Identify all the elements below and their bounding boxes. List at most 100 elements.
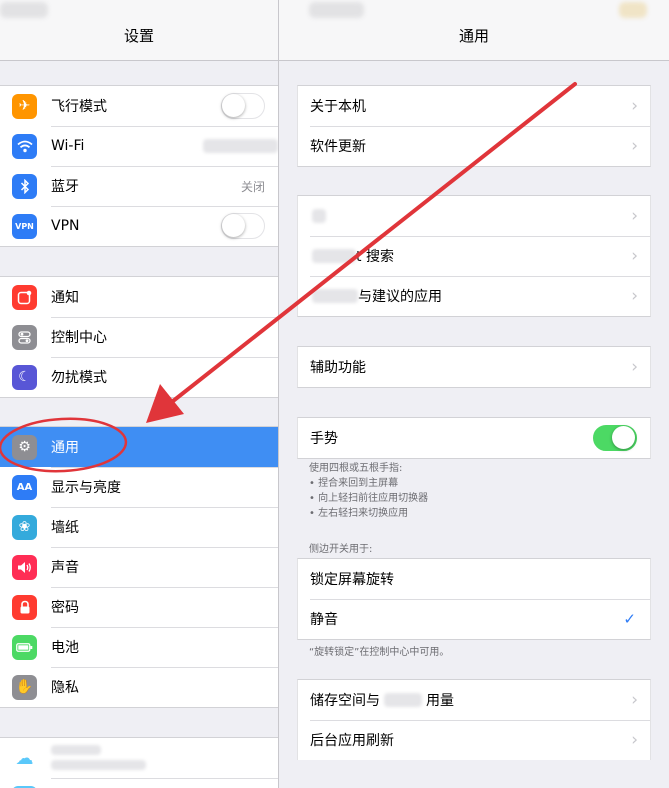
chevron-right-icon: › <box>631 135 638 156</box>
sidebar-item-label: 控制中心 <box>51 330 107 346</box>
airplane-icon: ✈ <box>12 93 37 119</box>
row-label: 与建议的应用 <box>358 289 442 305</box>
accessibility-group: 辅助功能 › <box>297 346 651 388</box>
search-row[interactable]: t 搜索 › <box>298 236 650 276</box>
wallpaper-icon: ❀ <box>12 514 37 540</box>
sidebar-item-label: 勿扰模式 <box>51 370 107 386</box>
connectivity-group: ✈ 飞行模式 Wi-Fi 蓝牙 关闭 VPN VPN <box>0 85 278 247</box>
sidebar-item-label: 电池 <box>51 640 79 656</box>
sidebar-item-label: VPN <box>51 218 80 234</box>
about-group: 关于本机 › 软件更新 › <box>297 85 651 167</box>
battery-icon <box>12 634 37 660</box>
row-label: 锁定屏幕旋转 <box>310 572 394 588</box>
search-group: › t 搜索 › 与建议的应用 › <box>297 195 651 317</box>
gear-icon: ⚙ <box>12 434 37 460</box>
sidebar-item-do-not-disturb[interactable]: ☾ 勿扰模式 <box>0 357 278 397</box>
storage-group: 储存空间与 用量 › 后台应用刷新 › <box>297 679 651 760</box>
suggested-apps-row[interactable]: 与建议的应用 › <box>298 276 650 316</box>
chevron-right-icon: › <box>631 356 638 377</box>
gesture-description: 使用四根或五根手指: • 捏合来回到主屏幕 • 向上轻扫前往应用切换器 • 左右… <box>309 461 428 521</box>
lock-icon <box>12 594 37 620</box>
row-label: 关于本机 <box>310 99 366 115</box>
row-label: 后台应用刷新 <box>310 733 394 749</box>
general-group: ⚙ 通用 AA 显示与亮度 ❀ 墙纸 声音 密码 电池 ✋ 隐私 <box>0 426 278 708</box>
sidebar-title: 设置 <box>123 27 154 45</box>
blurred-label <box>312 249 356 263</box>
gesture-bullet: • 捏合来回到主屏幕 <box>309 478 399 489</box>
sidebar-item-airplane-mode[interactable]: ✈ 飞行模式 <box>0 86 278 126</box>
chevron-right-icon: › <box>631 205 638 226</box>
account-group: ☁ <box>0 737 278 788</box>
vpn-toggle[interactable] <box>221 213 265 239</box>
row-label: 软件更新 <box>310 139 366 155</box>
blurred-label <box>312 289 358 303</box>
row-label: 辅助功能 <box>310 360 366 376</box>
sidebar-item-label: 蓝牙 <box>51 179 79 195</box>
sidebar-item-notifications[interactable]: 通知 <box>0 277 278 317</box>
sidebar-item-label: 通用 <box>51 440 79 456</box>
sidebar-item-battery[interactable]: 电池 <box>0 627 278 667</box>
sidebar-item-label: 声音 <box>51 560 79 576</box>
sidebar-item-bluetooth[interactable]: 蓝牙 关闭 <box>0 166 278 206</box>
accessibility-row[interactable]: 辅助功能 › <box>298 347 650 387</box>
bluetooth-status: 关闭 <box>240 179 265 194</box>
side-switch-header: 侧边开关用于: <box>309 544 373 555</box>
sidebar-item-label: 显示与亮度 <box>51 480 121 496</box>
settings-sidebar: 设置 ✈ 飞行模式 Wi-Fi 蓝牙 关闭 VPN VPN 通知 控制中心 ☾ … <box>0 0 278 788</box>
sidebar-item-sounds[interactable]: 声音 <box>0 547 278 587</box>
notifications-group: 通知 控制中心 ☾ 勿扰模式 <box>0 276 278 398</box>
blurred-row[interactable]: › <box>298 196 650 236</box>
software-update-row[interactable]: 软件更新 › <box>298 126 650 166</box>
gesture-bullet: • 左右轻扫来切换应用 <box>309 508 409 519</box>
cloud-icon: ☁ <box>12 745 37 771</box>
sidebar-item-label: 墙纸 <box>51 520 79 536</box>
row-label: t 搜索 <box>356 249 394 265</box>
sidebar-item-general[interactable]: ⚙ 通用 <box>0 427 278 467</box>
status-bar-blur <box>309 2 364 18</box>
sidebar-item-display-brightness[interactable]: AA 显示与亮度 <box>0 467 278 507</box>
sidebar-item-wallpaper[interactable]: ❀ 墙纸 <box>0 507 278 547</box>
side-switch-group: 锁定屏幕旋转 静音 ✓ <box>297 558 651 640</box>
row-label: 用量 <box>426 693 454 709</box>
control-center-icon <box>12 324 37 350</box>
sidebar-item-vpn[interactable]: VPN VPN <box>0 206 278 246</box>
display-brightness-icon: AA <box>12 474 37 500</box>
about-row[interactable]: 关于本机 › <box>298 86 650 126</box>
status-bar-blur <box>0 2 48 18</box>
sidebar-item-label: 密码 <box>51 600 79 616</box>
gesture-row: 手势 <box>298 418 650 458</box>
status-bar-blur <box>619 2 647 18</box>
row-label: 手势 <box>310 431 338 447</box>
chevron-right-icon: › <box>631 285 638 306</box>
lock-rotation-option[interactable]: 锁定屏幕旋转 <box>298 559 650 599</box>
sidebar-item-wifi[interactable]: Wi-Fi <box>0 126 278 166</box>
gesture-toggle[interactable] <box>593 425 637 451</box>
sidebar-item-passcode[interactable]: 密码 <box>0 587 278 627</box>
hand-icon: ✋ <box>12 674 37 700</box>
sidebar-item-label: 隐私 <box>51 680 79 696</box>
sidebar-item-control-center[interactable]: 控制中心 <box>0 317 278 357</box>
chevron-right-icon: › <box>631 689 638 710</box>
background-refresh-row[interactable]: 后台应用刷新 › <box>298 720 650 760</box>
wifi-network-name-blur <box>203 139 278 153</box>
vpn-icon: VPN <box>12 213 37 239</box>
detail-title: 通用 <box>458 27 489 45</box>
moon-icon: ☾ <box>12 364 37 390</box>
airplane-mode-toggle[interactable] <box>221 93 265 119</box>
mute-option[interactable]: 静音 ✓ <box>298 599 650 639</box>
storage-usage-row[interactable]: 储存空间与 用量 › <box>298 680 650 720</box>
chevron-right-icon: › <box>631 729 638 750</box>
sidebar-item-label: 飞行模式 <box>51 99 107 115</box>
chevron-right-icon: › <box>631 245 638 266</box>
sidebar-item-privacy[interactable]: ✋ 隐私 <box>0 667 278 707</box>
sidebar-item-icloud[interactable]: ☁ <box>0 738 278 778</box>
sidebar-item-label: 通知 <box>51 290 79 306</box>
row-label: 储存空间与 <box>310 693 380 709</box>
bluetooth-icon <box>12 173 37 199</box>
blurred-label <box>384 693 422 707</box>
gesture-description-title: 使用四根或五根手指: <box>309 463 403 474</box>
sidebar-navbar: 设置 <box>0 0 278 61</box>
speaker-icon <box>12 554 37 580</box>
gesture-bullet: • 向上轻扫前往应用切换器 <box>309 493 429 504</box>
sidebar-item-next[interactable] <box>0 778 278 788</box>
